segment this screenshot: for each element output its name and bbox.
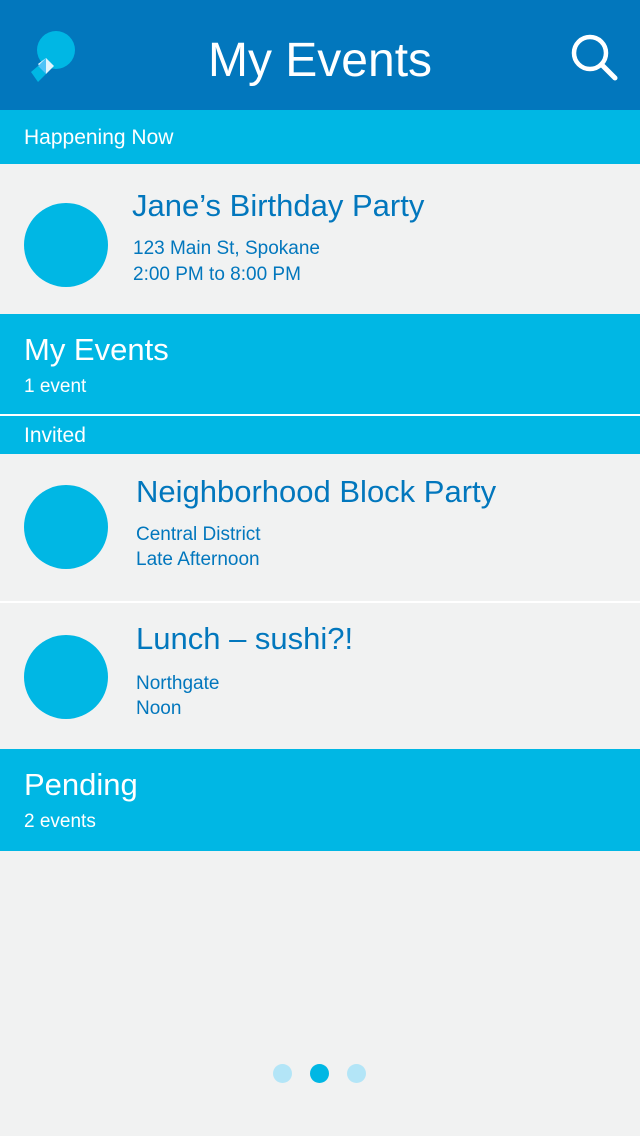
section-my-events[interactable]: My Events 1 event	[0, 314, 640, 414]
event-title: Lunch – sushi?!	[136, 621, 354, 656]
section-invited: Invited	[0, 416, 640, 454]
section-happening-now: Happening Now	[0, 110, 640, 164]
event-time: Late Afternoon	[136, 549, 260, 570]
section-title: Pending	[24, 767, 138, 802]
event-avatar	[24, 635, 108, 719]
section-label: Invited	[24, 424, 86, 447]
section-count: 1 event	[24, 376, 87, 397]
event-title: Jane’s Birthday Party	[132, 188, 425, 223]
event-item-janes-birthday[interactable]: Jane’s Birthday Party 123 Main St, Spoka…	[0, 166, 640, 314]
page-dot-1[interactable]	[273, 1064, 292, 1083]
event-title: Neighborhood Block Party	[136, 474, 497, 509]
event-location: Northgate	[136, 673, 220, 694]
event-time: 2:00 PM to 8:00 PM	[133, 264, 301, 285]
app-header: My Events	[0, 0, 640, 110]
section-count: 2 events	[24, 811, 96, 832]
section-label: Happening Now	[24, 126, 174, 149]
event-location: 123 Main St, Spokane	[133, 238, 320, 259]
section-pending[interactable]: Pending 2 events	[0, 749, 640, 851]
event-item-block-party[interactable]: Neighborhood Block Party Central Distric…	[0, 454, 640, 602]
page-dot-2-active[interactable]	[310, 1064, 329, 1083]
event-location: Central District	[136, 524, 261, 545]
event-avatar	[24, 485, 108, 569]
section-title: My Events	[24, 332, 169, 367]
event-time: Noon	[136, 698, 182, 719]
search-icon[interactable]	[568, 32, 620, 84]
event-avatar	[24, 203, 108, 287]
event-item-lunch-sushi[interactable]: Lunch – sushi?! Northgate Noon	[0, 603, 640, 749]
page-indicator	[0, 1064, 640, 1084]
page-title: My Events	[207, 34, 433, 87]
page-dot-3[interactable]	[347, 1064, 366, 1083]
